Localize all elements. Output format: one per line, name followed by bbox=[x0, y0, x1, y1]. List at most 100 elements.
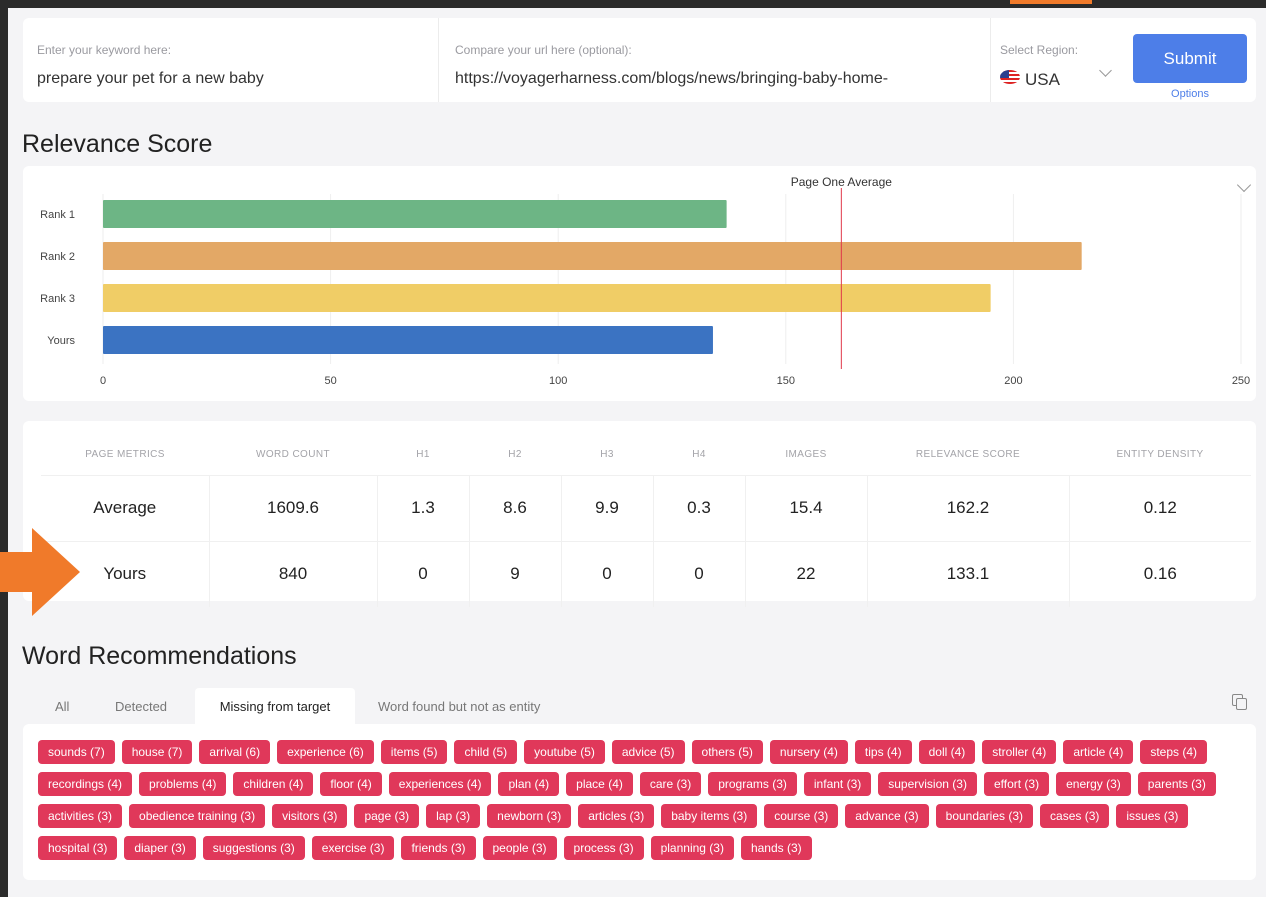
word-chip[interactable]: supervision (3) bbox=[878, 772, 977, 796]
table-cell: 8.6 bbox=[469, 474, 562, 541]
word-chip[interactable]: activities (3) bbox=[38, 804, 123, 828]
keyword-field[interactable]: Enter your keyword here: prepare your pe… bbox=[37, 18, 417, 102]
x-tick-label: 50 bbox=[324, 375, 336, 387]
table-cell: 840 bbox=[209, 540, 378, 607]
word-chip[interactable]: care (3) bbox=[639, 772, 702, 796]
table-cell: 0.3 bbox=[653, 474, 746, 541]
word-chip[interactable]: parents (3) bbox=[1137, 772, 1216, 796]
word-chip[interactable]: hospital (3) bbox=[38, 836, 118, 860]
word-chip[interactable]: baby items (3) bbox=[661, 804, 758, 828]
table-cell: 9.9 bbox=[561, 474, 654, 541]
word-chip[interactable]: hands (3) bbox=[740, 836, 812, 860]
metrics-header-row: PAGE METRICS WORD COUNT H1 H2 H3 H4 IMAG… bbox=[41, 435, 1251, 475]
metrics-header: H3 bbox=[600, 449, 614, 461]
word-chip[interactable]: page (3) bbox=[354, 804, 420, 828]
word-chip[interactable]: items (5) bbox=[380, 740, 448, 764]
word-chip[interactable]: infant (3) bbox=[803, 772, 872, 796]
word-chip[interactable]: arrival (6) bbox=[199, 740, 271, 764]
tab-detected[interactable]: Detected bbox=[95, 688, 187, 724]
x-tick-label: 100 bbox=[549, 375, 567, 387]
tab-word-found-not-entity[interactable]: Word found but not as entity bbox=[358, 688, 560, 724]
table-cell: 22 bbox=[745, 540, 868, 607]
tab-missing-from-target[interactable]: Missing from target bbox=[195, 688, 355, 724]
url-input[interactable]: https://voyagerharness.com/blogs/news/br… bbox=[455, 70, 975, 88]
table-row: Average 1609.6 1.3 8.6 9.9 0.3 15.4 162.… bbox=[41, 474, 1251, 541]
metrics-header: H4 bbox=[692, 449, 706, 461]
word-chip[interactable]: diaper (3) bbox=[124, 836, 196, 860]
word-chip-list: sounds (7) house (7) arrival (6) experience… bbox=[38, 740, 1248, 860]
word-chip[interactable]: plan (4) bbox=[498, 772, 560, 796]
metrics-header: H1 bbox=[416, 449, 430, 461]
us-flag-icon bbox=[1000, 70, 1020, 84]
word-chip[interactable]: people (3) bbox=[482, 836, 557, 860]
word-chip[interactable]: obedience training (3) bbox=[129, 804, 266, 828]
x-tick-label: 150 bbox=[777, 375, 795, 387]
word-chip[interactable]: visitors (3) bbox=[272, 804, 348, 828]
word-chip[interactable]: child (5) bbox=[454, 740, 518, 764]
word-chip[interactable]: experiences (4) bbox=[388, 772, 492, 796]
word-chip[interactable]: nursery (4) bbox=[769, 740, 848, 764]
word-chip[interactable]: steps (4) bbox=[1140, 740, 1208, 764]
table-cell: 0 bbox=[561, 540, 654, 607]
bar bbox=[103, 326, 713, 354]
word-chip[interactable]: exercise (3) bbox=[311, 836, 395, 860]
word-chip[interactable]: stroller (4) bbox=[982, 740, 1057, 764]
x-tick-label: 200 bbox=[1004, 375, 1022, 387]
table-cell: 0 bbox=[653, 540, 746, 607]
metrics-header: H2 bbox=[508, 449, 522, 461]
relevance-heading: Relevance Score bbox=[22, 130, 213, 158]
url-field[interactable]: Compare your url here (optional): https:… bbox=[438, 18, 978, 102]
word-chip[interactable]: children (4) bbox=[233, 772, 314, 796]
metrics-header: RELEVANCE SCORE bbox=[915, 449, 1021, 461]
options-link[interactable]: Options bbox=[1133, 88, 1247, 100]
word-chip[interactable]: issues (3) bbox=[1116, 804, 1189, 828]
word-chip[interactable]: youtube (5) bbox=[524, 740, 605, 764]
word-chip[interactable]: effort (3) bbox=[983, 772, 1050, 796]
table-cell: 1.3 bbox=[377, 474, 470, 541]
word-chip[interactable]: boundaries (3) bbox=[935, 804, 1034, 828]
word-chip[interactable]: doll (4) bbox=[918, 740, 976, 764]
copy-icon[interactable] bbox=[1232, 694, 1247, 710]
word-chip[interactable]: floor (4) bbox=[320, 772, 382, 796]
x-tick-label: 0 bbox=[100, 375, 106, 387]
page-metrics-table: PAGE METRICS WORD COUNT H1 H2 H3 H4 IMAG… bbox=[41, 435, 1251, 607]
word-chips-card: sounds (7) house (7) arrival (6) experience… bbox=[23, 724, 1256, 880]
bar bbox=[103, 242, 1082, 270]
reference-line-label: Page One Average bbox=[791, 175, 893, 189]
word-chip[interactable]: article (4) bbox=[1063, 740, 1134, 764]
word-chip[interactable]: sounds (7) bbox=[38, 740, 115, 764]
word-chip[interactable]: articles (3) bbox=[578, 804, 655, 828]
word-chip[interactable]: tips (4) bbox=[854, 740, 912, 764]
url-label: Compare your url here (optional): bbox=[455, 43, 632, 57]
word-chip[interactable]: recordings (4) bbox=[38, 772, 133, 796]
chevron-down-icon[interactable] bbox=[1099, 64, 1112, 77]
keyword-input[interactable]: prepare your pet for a new baby bbox=[37, 70, 264, 88]
keyword-label: Enter your keyword here: bbox=[37, 43, 172, 57]
word-chip[interactable]: newborn (3) bbox=[487, 804, 572, 828]
word-chip[interactable]: house (7) bbox=[121, 740, 193, 764]
search-bar: Enter your keyword here: prepare your pe… bbox=[23, 18, 1256, 102]
table-cell: 162.2 bbox=[867, 474, 1070, 541]
submit-button[interactable]: Submit bbox=[1133, 34, 1247, 83]
word-chip[interactable]: planning (3) bbox=[650, 836, 734, 860]
region-select[interactable]: Select Region: USA bbox=[990, 18, 1120, 102]
word-chip[interactable]: programs (3) bbox=[708, 772, 797, 796]
word-chip[interactable]: suggestions (3) bbox=[202, 836, 305, 860]
word-chip[interactable]: place (4) bbox=[566, 772, 633, 796]
word-chip[interactable]: friends (3) bbox=[401, 836, 476, 860]
word-chip[interactable]: lap (3) bbox=[426, 804, 481, 828]
word-chip[interactable]: experience (6) bbox=[277, 740, 374, 764]
word-chip[interactable]: cases (3) bbox=[1040, 804, 1110, 828]
word-chip[interactable]: advice (5) bbox=[611, 740, 685, 764]
table-cell: 15.4 bbox=[745, 474, 868, 541]
word-chip[interactable]: problems (4) bbox=[139, 772, 227, 796]
table-cell: 0 bbox=[377, 540, 470, 607]
word-chip[interactable]: energy (3) bbox=[1056, 772, 1131, 796]
metrics-header: PAGE METRICS bbox=[85, 449, 165, 461]
word-chip[interactable]: process (3) bbox=[563, 836, 644, 860]
word-chip[interactable]: course (3) bbox=[764, 804, 839, 828]
table-row: Yours 840 0 9 0 0 22 133.1 0.16 bbox=[41, 540, 1251, 607]
word-chip[interactable]: others (5) bbox=[691, 740, 763, 764]
tab-all[interactable]: All bbox=[35, 688, 89, 724]
word-chip[interactable]: advance (3) bbox=[845, 804, 929, 828]
